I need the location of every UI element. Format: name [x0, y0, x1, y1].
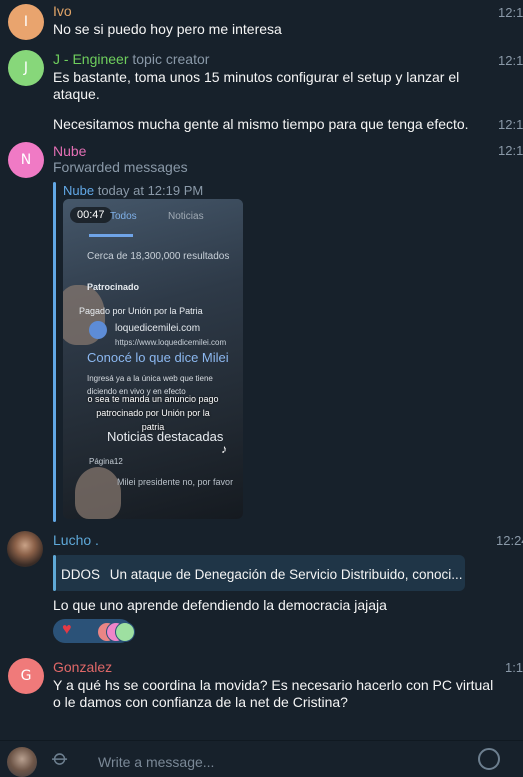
message-text: Es bastante, toma unos 15 minutos config…: [53, 69, 460, 85]
video-domain: loquedicemilei.com: [115, 323, 201, 334]
video-tab-underline: [89, 234, 133, 237]
video-results-count: Cerca de 18,300,000 resultados: [87, 251, 230, 262]
avatar-initial: N: [20, 152, 32, 168]
heart-icon: ♥: [62, 621, 72, 638]
message-text: No se si puedo hoy pero me interesa: [53, 21, 282, 37]
reaction-avatar: [115, 622, 135, 642]
video-duration: 00:47: [70, 207, 112, 223]
forward-header[interactable]: Nube today at 12:19 PM: [63, 182, 203, 199]
sender-name-text: J - Engineer: [53, 51, 129, 67]
message-time: 12:19: [498, 143, 523, 158]
reply-text: DDOS Un ataque de Denegación de Servicio…: [61, 566, 463, 583]
message-time: 12:18: [498, 117, 523, 132]
globe-icon: [89, 321, 107, 339]
video-page-label: Página12: [89, 457, 123, 466]
reply-preview[interactable]: DDOS Un ataque de Denegación de Servicio…: [53, 555, 465, 591]
video-paid-by: Pagado por Unión por la Patria: [79, 306, 203, 316]
message-text: ataque.: [53, 86, 100, 102]
avatar-initial: I: [23, 14, 29, 30]
reaction-chip[interactable]: ♥: [53, 619, 135, 643]
reply-snippet: Un ataque de Denegación de Servicio Dist…: [109, 567, 463, 582]
avatar-lucho[interactable]: [7, 531, 43, 567]
message-text: o le damos con confianza de la net de Cr…: [53, 694, 348, 710]
avatar-initial: G: [20, 668, 32, 684]
reply-title: DDOS: [61, 567, 101, 582]
reply-bar: [53, 555, 56, 591]
message-text: Y a qué hs se coordina la movida? Es nec…: [53, 677, 494, 693]
video-sponsored-label: Patrocinado: [87, 282, 140, 292]
forward-bar: [53, 182, 56, 522]
avatar-initial: J: [23, 60, 29, 76]
forward-time: today at 12:19 PM: [97, 183, 204, 198]
message-time: 12:24: [496, 533, 523, 548]
attach-icon[interactable]: ⌀: [47, 744, 74, 772]
message-time: 12:17: [498, 53, 523, 68]
forward-author: Nube: [63, 183, 95, 198]
forwarded-label: Forwarded messages: [53, 159, 188, 175]
forwarded-video[interactable]: 00:47 Todos Noticias Cerca de 18,300,000…: [63, 199, 243, 519]
video-footer-text: Milei presidente no, por favor: [117, 477, 234, 487]
sender-name[interactable]: Gonzalez: [53, 659, 112, 675]
message-time: 12:12: [498, 5, 523, 20]
avatar-ivo[interactable]: I: [8, 4, 44, 40]
video-tab-todos: Todos: [110, 211, 137, 222]
video-caption: o sea te manda un anuncio pago: [87, 394, 219, 404]
video-finger-shape: [75, 467, 121, 519]
sender-name[interactable]: J - Engineer topic creator: [53, 51, 209, 67]
emoji-icon[interactable]: [478, 748, 500, 770]
message-text: Necesitamos mucha gente al mismo tiempo …: [53, 116, 469, 132]
video-tab-noticias: Noticias: [168, 211, 204, 222]
video-snippet: Ingresá ya a la única web que tiene: [87, 374, 213, 383]
tiktok-icon: ♪: [221, 442, 227, 456]
sender-name[interactable]: Lucho .: [53, 532, 99, 548]
video-news-heading: Noticias destacadas: [107, 429, 224, 444]
message-time: 1:13: [505, 660, 523, 675]
user-avatar[interactable]: [7, 747, 37, 777]
video-headline: Conocé lo que dice Milei: [87, 350, 229, 365]
video-caption: patrocinado por Unión por la: [96, 408, 210, 418]
message-text: Lo que uno aprende defendiendo la democr…: [53, 597, 387, 613]
avatar-nube[interactable]: N: [8, 142, 44, 178]
message-input-bar: ⌀: [0, 740, 523, 777]
sender-name[interactable]: Nube: [53, 143, 86, 159]
sender-name[interactable]: Ivo: [53, 3, 72, 19]
avatar-gonzalez[interactable]: G: [8, 658, 44, 694]
video-url: https://www.loquedicemilei.com: [115, 338, 227, 347]
avatar-j-engineer[interactable]: J: [8, 50, 44, 86]
sender-role: topic creator: [132, 51, 210, 67]
